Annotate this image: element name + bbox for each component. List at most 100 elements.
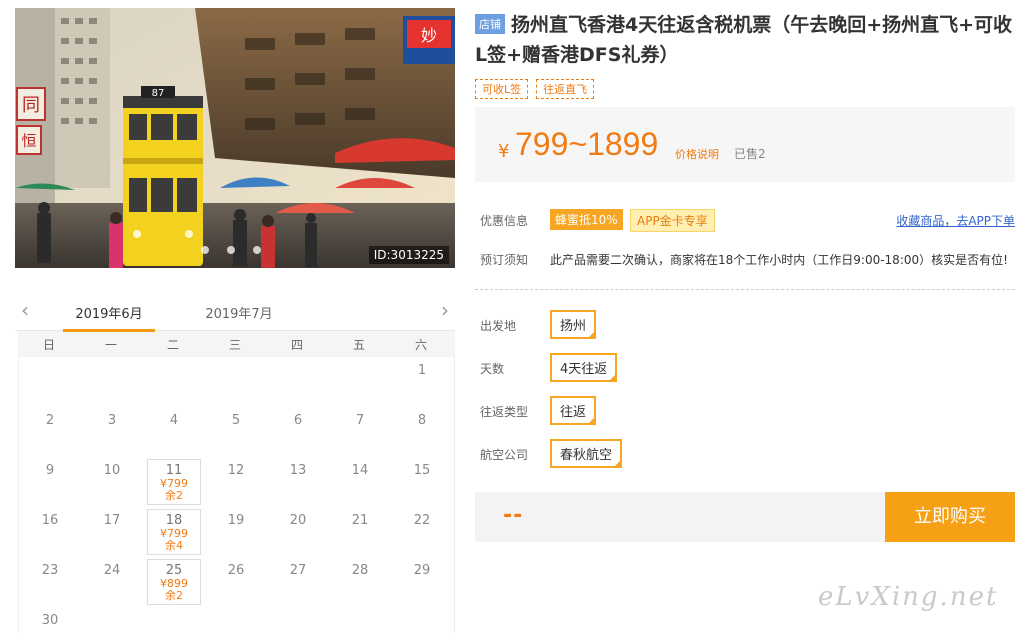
weekday-label: 六	[414, 337, 427, 352]
svg-text:同: 同	[22, 95, 40, 116]
calendar-day: 4	[143, 407, 205, 457]
option-label-departure: 出发地	[480, 319, 517, 333]
day-number: 15	[413, 463, 431, 478]
option-airline-spring[interactable]: 春秋航空	[550, 439, 623, 468]
calendar-month-nav: ‹ 2019年6月 2019年7月 ›	[15, 295, 455, 332]
carousel-dots[interactable]	[201, 246, 261, 254]
calendar-day-available[interactable]: 11 ¥799 余2	[147, 459, 201, 505]
calendar-day: 12	[205, 457, 267, 507]
day-number: 29	[413, 563, 431, 578]
calendar-day: 14	[329, 457, 391, 507]
sold-count: 已售2	[734, 147, 766, 161]
calendar-day: 22	[391, 507, 453, 557]
calendar-day: 30	[19, 607, 81, 633]
carousel-dot[interactable]	[201, 246, 209, 254]
calendar-day: 13	[267, 457, 329, 507]
day-number: 27	[289, 563, 307, 578]
day-number: 11	[165, 463, 183, 478]
calendar-day-available[interactable]: 18 ¥799 余4	[147, 509, 201, 555]
calendar-day	[205, 357, 267, 407]
day-number: 22	[413, 513, 431, 528]
day-number: 3	[107, 413, 117, 428]
day-number: 7	[355, 413, 365, 428]
day-number: 24	[103, 563, 121, 578]
calendar-day: 16	[19, 507, 81, 557]
calendar-day: 15	[391, 457, 453, 507]
image-id-label: ID:3013225	[368, 246, 449, 264]
carousel-dot[interactable]	[227, 246, 235, 254]
calendar-day: 26	[205, 557, 267, 607]
calendar-day	[19, 357, 81, 407]
day-number: 26	[227, 563, 245, 578]
day-number: 1	[417, 363, 427, 378]
purchase-bar: -- 立即购买	[475, 492, 1015, 542]
date-calendar: ‹ 2019年6月 2019年7月 › 日一二三四五六 1 2 3 4 5 6 7 8 9 10 1…	[15, 295, 455, 633]
day-number: 2	[45, 413, 55, 428]
calendar-day: 24	[81, 557, 143, 607]
calendar-day: 17	[81, 507, 143, 557]
day-number: 25	[165, 563, 183, 578]
day-number: 19	[227, 513, 245, 528]
day-number: 16	[41, 513, 59, 528]
street-photo: 同 恒 妙 87	[15, 8, 455, 268]
day-stock: 余2	[165, 589, 183, 602]
day-number: 17	[103, 513, 121, 528]
day-number: 10	[103, 463, 121, 478]
day-stock: 余2	[165, 489, 183, 502]
promo-label: 优惠信息	[480, 214, 529, 228]
option-label-airline: 航空公司	[480, 448, 529, 462]
day-number: 18	[165, 513, 183, 528]
shop-badge: 店铺	[475, 14, 505, 34]
option-trip-roundtrip[interactable]: 往返	[550, 396, 597, 425]
day-number: 20	[289, 513, 307, 528]
day-number: 4	[169, 413, 179, 428]
site-watermark: eLvXing.net	[818, 582, 999, 612]
carousel-dot[interactable]	[253, 246, 261, 254]
product-title-block: 店铺 扬州直飞香港4天往返含税机票（午去晚回+扬州直飞+可收L签+赠香港DFS礼券…	[475, 10, 1020, 70]
price-range: 799~1899	[515, 126, 659, 162]
section-divider	[475, 289, 1015, 290]
collect-product-link[interactable]: 收藏商品，去APP下单	[896, 212, 1015, 229]
product-hero-image: 同 恒 妙 87 ID:3013225	[15, 8, 455, 268]
calendar-day: 23	[19, 557, 81, 607]
active-month-indicator	[63, 329, 155, 332]
calendar-day: 20	[267, 507, 329, 557]
calendar-days: 1 2 3 4 5 6 7 8 9 10 11 ¥799 余2 12 13 14 15 16 17 18 ¥799 余4 1…	[18, 357, 455, 633]
price-panel: ¥ 799~1899 价格说明 已售2	[475, 107, 1015, 182]
day-number: 14	[351, 463, 369, 478]
weekday-header: 日一二三四五六	[18, 331, 455, 357]
month-tab-current[interactable]: 2019年6月	[63, 303, 155, 322]
calendar-day: 19	[205, 507, 267, 557]
calendar-day: 1	[391, 357, 453, 407]
calendar-day: 9	[19, 457, 81, 507]
currency-symbol: ¥	[498, 141, 510, 162]
option-departure-yangzhou[interactable]: 扬州	[550, 310, 597, 339]
weekday-label: 二	[166, 337, 179, 352]
day-number: 30	[41, 613, 59, 628]
svg-text:87: 87	[152, 88, 165, 99]
total-price: --	[503, 503, 524, 528]
day-number: 6	[293, 413, 303, 428]
buy-now-button[interactable]: 立即购买	[885, 492, 1015, 542]
day-number: 9	[45, 463, 55, 478]
day-number: 8	[417, 413, 427, 428]
svg-text:妙: 妙	[421, 26, 437, 45]
chevron-right-icon[interactable]: ›	[441, 299, 449, 321]
calendar-day: 3	[81, 407, 143, 457]
day-number: 13	[289, 463, 307, 478]
calendar-day	[81, 357, 143, 407]
month-tab-next[interactable]: 2019年7月	[193, 303, 285, 322]
option-days-4[interactable]: 4天往返	[550, 353, 618, 382]
chevron-left-icon[interactable]: ‹	[21, 299, 29, 321]
promo-app-badge: APP金卡专享	[630, 209, 715, 232]
calendar-day	[267, 357, 329, 407]
calendar-day-available[interactable]: 25 ¥899 余2	[147, 559, 201, 605]
calendar-day: 28	[329, 557, 391, 607]
day-number: 5	[231, 413, 241, 428]
option-label-trip-type: 往返类型	[480, 405, 529, 419]
weekday-label: 三	[228, 337, 241, 352]
calendar-day: 21	[329, 507, 391, 557]
price-note-link[interactable]: 价格说明	[675, 146, 719, 162]
tag-l-visa: 可收L签	[475, 79, 529, 99]
option-label-days: 天数	[480, 362, 505, 376]
